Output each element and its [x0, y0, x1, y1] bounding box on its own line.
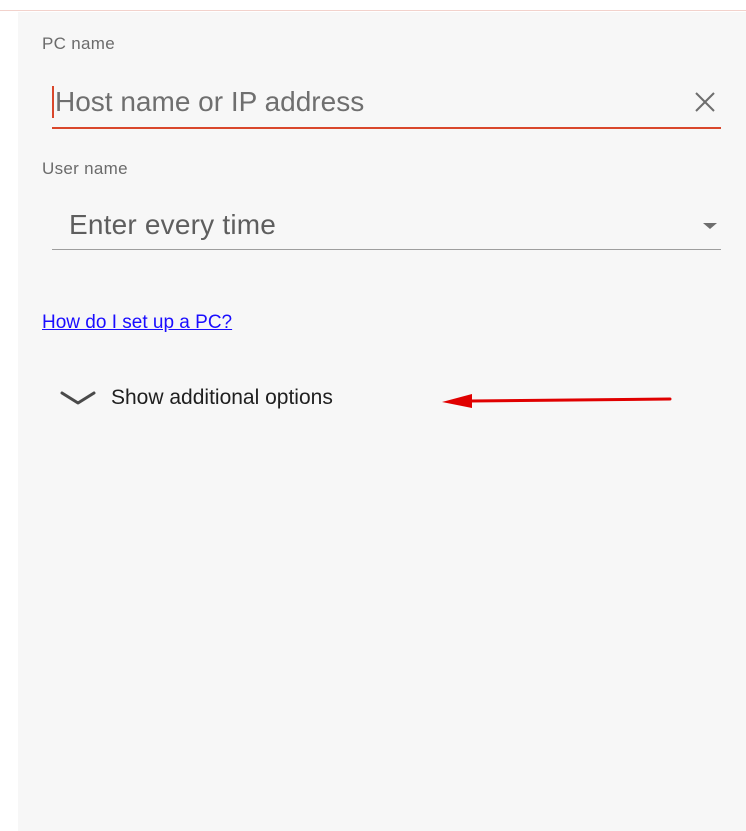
user-name-dropdown[interactable]: Enter every time — [52, 203, 721, 250]
user-name-selected-value: Enter every time — [69, 209, 277, 240]
text-caret — [52, 86, 54, 118]
pc-name-input[interactable] — [55, 80, 675, 124]
close-icon[interactable] — [691, 88, 719, 116]
show-additional-options-label: Show additional options — [111, 386, 333, 409]
chevron-down-icon — [60, 391, 96, 405]
add-pc-form-panel — [18, 12, 746, 831]
top-divider — [0, 10, 746, 11]
pc-name-field[interactable] — [52, 80, 721, 129]
user-name-label: User name — [42, 159, 128, 178]
red-arrow-annotation — [442, 394, 672, 408]
pc-name-label: PC name — [42, 34, 115, 53]
setup-pc-help-link[interactable]: How do I set up a PC? — [42, 312, 232, 334]
dropdown-arrow-icon — [703, 223, 717, 229]
